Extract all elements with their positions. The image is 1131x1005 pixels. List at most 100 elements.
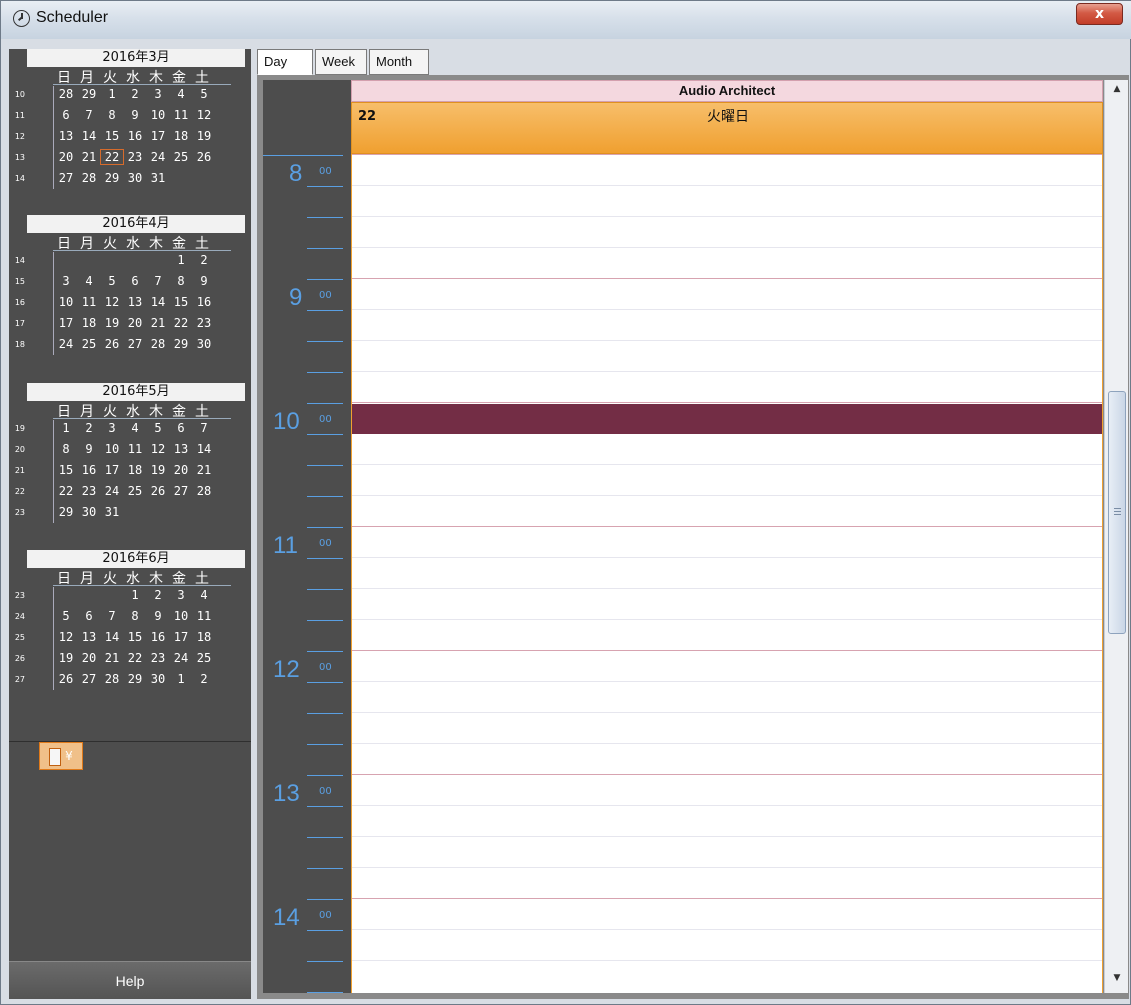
calendar-day[interactable]: 12 — [147, 442, 169, 456]
scroll-thumb[interactable] — [1108, 391, 1126, 634]
resource-header[interactable]: Audio Architect — [351, 80, 1103, 102]
calendar-day[interactable]: 13 — [55, 129, 77, 143]
calendar-day[interactable]: 13 — [170, 442, 192, 456]
tab-month[interactable]: Month — [369, 49, 429, 75]
calendar-day[interactable]: 5 — [101, 274, 123, 288]
calendar-day[interactable]: 19 — [193, 129, 215, 143]
calendar-day[interactable]: 17 — [101, 463, 123, 477]
month-header[interactable]: 2016年3月 — [27, 49, 245, 67]
calendar-day[interactable]: 29 — [170, 337, 192, 351]
calendar-day[interactable]: 8 — [55, 442, 77, 456]
calendar-day[interactable]: 20 — [170, 463, 192, 477]
calendar-day[interactable]: 4 — [78, 274, 100, 288]
calendar-day[interactable]: 9 — [193, 274, 215, 288]
calendar-day[interactable]: 23 — [193, 316, 215, 330]
calendar-day[interactable]: 4 — [170, 87, 192, 101]
calendar-day[interactable]: 16 — [193, 295, 215, 309]
calendar-day[interactable]: 14 — [147, 295, 169, 309]
calendar-day[interactable]: 19 — [147, 463, 169, 477]
calendar-day[interactable]: 4 — [124, 421, 146, 435]
scroll-down-icon[interactable]: ▼ — [1105, 973, 1129, 991]
calendar-day[interactable]: 13 — [78, 630, 100, 644]
calendar-day[interactable]: 16 — [78, 463, 100, 477]
calendar-day[interactable]: 20 — [124, 316, 146, 330]
calendar-day[interactable]: 8 — [170, 274, 192, 288]
calendar-day[interactable]: 2 — [78, 421, 100, 435]
calendar-day[interactable]: 22 — [55, 484, 77, 498]
calendar-day[interactable]: 16 — [147, 630, 169, 644]
calendar-day[interactable]: 20 — [55, 150, 77, 164]
calendar-day[interactable]: 16 — [124, 129, 146, 143]
calendar-day[interactable]: 17 — [147, 129, 169, 143]
tab-week[interactable]: Week — [315, 49, 367, 75]
calendar-day[interactable]: 15 — [55, 463, 77, 477]
calendar-day[interactable]: 23 — [124, 150, 146, 164]
calendar-day[interactable]: 27 — [78, 672, 100, 686]
calendar-day[interactable]: 25 — [78, 337, 100, 351]
calendar-day[interactable]: 29 — [124, 672, 146, 686]
calendar-day[interactable]: 9 — [124, 108, 146, 122]
calendar-day[interactable]: 27 — [124, 337, 146, 351]
calendar-day[interactable]: 3 — [55, 274, 77, 288]
yen-button[interactable]: ¥ — [39, 742, 83, 770]
calendar-day[interactable]: 28 — [147, 337, 169, 351]
calendar-day[interactable]: 31 — [147, 171, 169, 185]
calendar-day[interactable]: 22 — [170, 316, 192, 330]
calendar-day[interactable]: 18 — [124, 463, 146, 477]
calendar-day[interactable]: 2 — [124, 87, 146, 101]
calendar-day[interactable]: 14 — [193, 442, 215, 456]
calendar-day[interactable]: 26 — [147, 484, 169, 498]
calendar-day[interactable]: 18 — [193, 630, 215, 644]
calendar-day[interactable]: 10 — [55, 295, 77, 309]
calendar-day[interactable]: 15 — [124, 630, 146, 644]
calendar-day[interactable]: 28 — [101, 672, 123, 686]
calendar-day[interactable]: 25 — [170, 150, 192, 164]
calendar-day[interactable]: 25 — [124, 484, 146, 498]
calendar-day[interactable]: 1 — [170, 253, 192, 267]
calendar-day[interactable]: 21 — [78, 150, 100, 164]
calendar-day[interactable]: 12 — [101, 295, 123, 309]
calendar-day[interactable]: 30 — [124, 171, 146, 185]
calendar-day[interactable]: 1 — [170, 672, 192, 686]
calendar-day[interactable]: 14 — [78, 129, 100, 143]
calendar-day[interactable]: 4 — [193, 588, 215, 602]
calendar-day[interactable]: 25 — [193, 651, 215, 665]
calendar-day[interactable]: 1 — [124, 588, 146, 602]
calendar-day[interactable]: 10 — [101, 442, 123, 456]
calendar-day[interactable]: 24 — [55, 337, 77, 351]
calendar-day[interactable]: 21 — [147, 316, 169, 330]
calendar-day[interactable]: 7 — [193, 421, 215, 435]
schedule-grid[interactable] — [351, 154, 1103, 993]
calendar-day[interactable]: 14 — [101, 630, 123, 644]
calendar-day[interactable]: 24 — [101, 484, 123, 498]
calendar-day[interactable]: 3 — [101, 421, 123, 435]
calendar-day[interactable]: 7 — [78, 108, 100, 122]
calendar-day[interactable]: 29 — [101, 171, 123, 185]
close-button[interactable]: x — [1076, 3, 1123, 25]
month-header[interactable]: 2016年6月 — [27, 550, 245, 568]
calendar-day[interactable]: 9 — [78, 442, 100, 456]
calendar-day[interactable]: 13 — [124, 295, 146, 309]
calendar-day[interactable]: 17 — [170, 630, 192, 644]
calendar-day[interactable]: 18 — [170, 129, 192, 143]
calendar-day[interactable]: 6 — [55, 108, 77, 122]
calendar-day[interactable]: 19 — [101, 316, 123, 330]
calendar-day[interactable]: 30 — [78, 505, 100, 519]
calendar-day[interactable]: 2 — [147, 588, 169, 602]
calendar-day[interactable]: 11 — [78, 295, 100, 309]
appointment-block[interactable] — [352, 404, 1102, 434]
calendar-day[interactable]: 11 — [124, 442, 146, 456]
tab-day[interactable]: Day — [257, 49, 313, 75]
calendar-day[interactable]: 26 — [101, 337, 123, 351]
help-button[interactable]: Help — [9, 961, 251, 999]
calendar-day[interactable]: 30 — [193, 337, 215, 351]
calendar-day[interactable]: 28 — [193, 484, 215, 498]
calendar-day[interactable]: 12 — [55, 630, 77, 644]
calendar-day[interactable]: 10 — [147, 108, 169, 122]
calendar-day[interactable]: 27 — [55, 171, 77, 185]
month-header[interactable]: 2016年5月 — [27, 383, 245, 401]
calendar-day[interactable]: 23 — [147, 651, 169, 665]
calendar-day[interactable]: 8 — [124, 609, 146, 623]
calendar-day[interactable]: 6 — [124, 274, 146, 288]
calendar-day[interactable]: 19 — [55, 651, 77, 665]
